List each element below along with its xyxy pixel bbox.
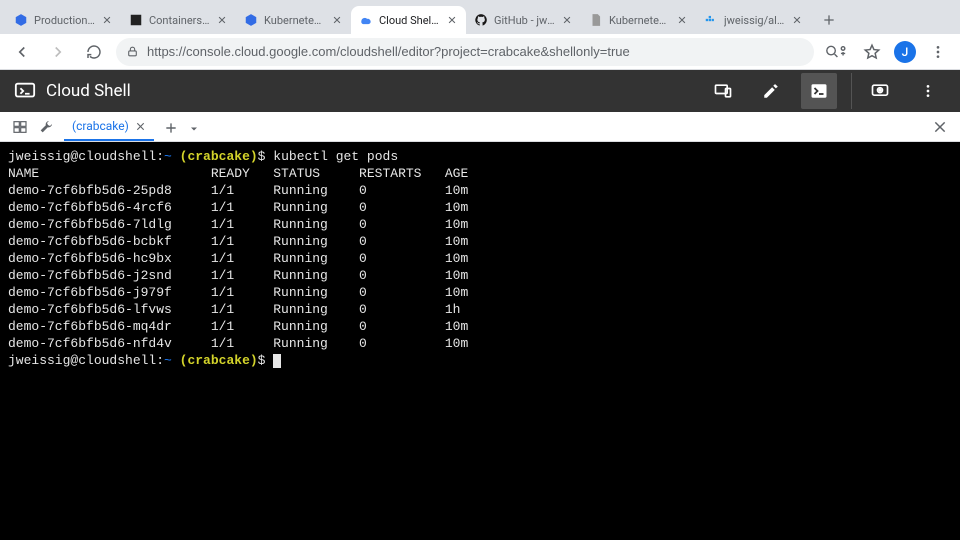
browser-tab[interactable]: Containers In Prod (121, 6, 236, 34)
favicon-icon (129, 13, 143, 27)
forward-button[interactable] (44, 38, 72, 66)
tab-title: Containers In Prod (149, 14, 210, 27)
terminal-cursor (273, 354, 281, 368)
browser-tab[interactable]: jweissig/alpine-k8 (696, 6, 811, 34)
terminal-toggle-button[interactable] (801, 73, 837, 109)
tab-close-icon[interactable] (791, 14, 803, 26)
tab-close-icon[interactable] (101, 14, 113, 26)
favicon-icon (359, 13, 373, 27)
cloudshell-menu-button[interactable] (910, 73, 946, 109)
browser-tab[interactable]: Kubernetes Pod L (581, 6, 696, 34)
favicon-icon (244, 13, 258, 27)
terminal[interactable]: jweissig@cloudshell:~ (crabcake)$ kubect… (0, 142, 960, 540)
tab-title: Kubernetes Pod L (609, 14, 670, 27)
tab-title: Cloud Shell - crab (379, 14, 440, 27)
browser-toolbar: J (0, 34, 960, 70)
lock-icon (126, 45, 139, 58)
profile-avatar[interactable]: J (894, 41, 916, 63)
tab-close-icon[interactable] (561, 14, 573, 26)
close-panel-button[interactable] (932, 119, 948, 141)
tab-close-icon[interactable] (446, 14, 458, 26)
terminal-tab-label: (crabcake) (72, 119, 129, 133)
keyboard-button[interactable] (12, 119, 28, 141)
browser-tab[interactable]: Cloud Shell - crab (351, 6, 466, 34)
favicon-icon (474, 13, 488, 27)
star-button[interactable] (858, 38, 886, 66)
tab-close-icon[interactable] (216, 14, 228, 26)
terminal-tab-dropdown[interactable] (188, 123, 200, 141)
edit-button[interactable] (753, 73, 789, 109)
terminal-tab-bar: (crabcake) (0, 112, 960, 142)
browser-menu-button[interactable] (924, 38, 952, 66)
browser-tab-strip: Production-Grade Containers In Prod Kubern… (0, 0, 960, 34)
favicon-icon (589, 13, 603, 27)
tab-title: Kubernetes Engin (264, 14, 325, 27)
url-input[interactable] (147, 44, 804, 59)
tab-close-icon[interactable] (676, 14, 688, 26)
browser-tab[interactable]: Kubernetes Engin (236, 6, 351, 34)
search-button[interactable] (822, 38, 850, 66)
browser-tab[interactable]: Production-Grade (6, 6, 121, 34)
cloudshell-header: Cloud Shell (0, 70, 960, 112)
favicon-icon (704, 13, 718, 27)
tab-title: GitHub - jweissig/ (494, 14, 555, 27)
settings-button[interactable] (38, 119, 54, 141)
tab-title: jweissig/alpine-k8 (724, 14, 785, 27)
back-button[interactable] (8, 38, 36, 66)
terminal-tab[interactable]: (crabcake) (64, 113, 154, 141)
new-tab-button[interactable] (815, 6, 843, 34)
tab-title: Production-Grade (34, 14, 95, 27)
web-preview-button[interactable] (851, 73, 898, 109)
cloudshell-logo: Cloud Shell (14, 80, 131, 102)
reload-button[interactable] (80, 38, 108, 66)
device-preview-button[interactable] (705, 73, 741, 109)
tab-close-icon[interactable] (331, 14, 343, 26)
address-bar[interactable] (116, 38, 814, 66)
favicon-icon (14, 13, 28, 27)
browser-tab[interactable]: GitHub - jweissig/ (466, 6, 581, 34)
terminal-tab-close-icon[interactable] (135, 121, 146, 132)
new-terminal-tab-button[interactable] (164, 121, 178, 141)
cloudshell-title: Cloud Shell (46, 81, 131, 101)
